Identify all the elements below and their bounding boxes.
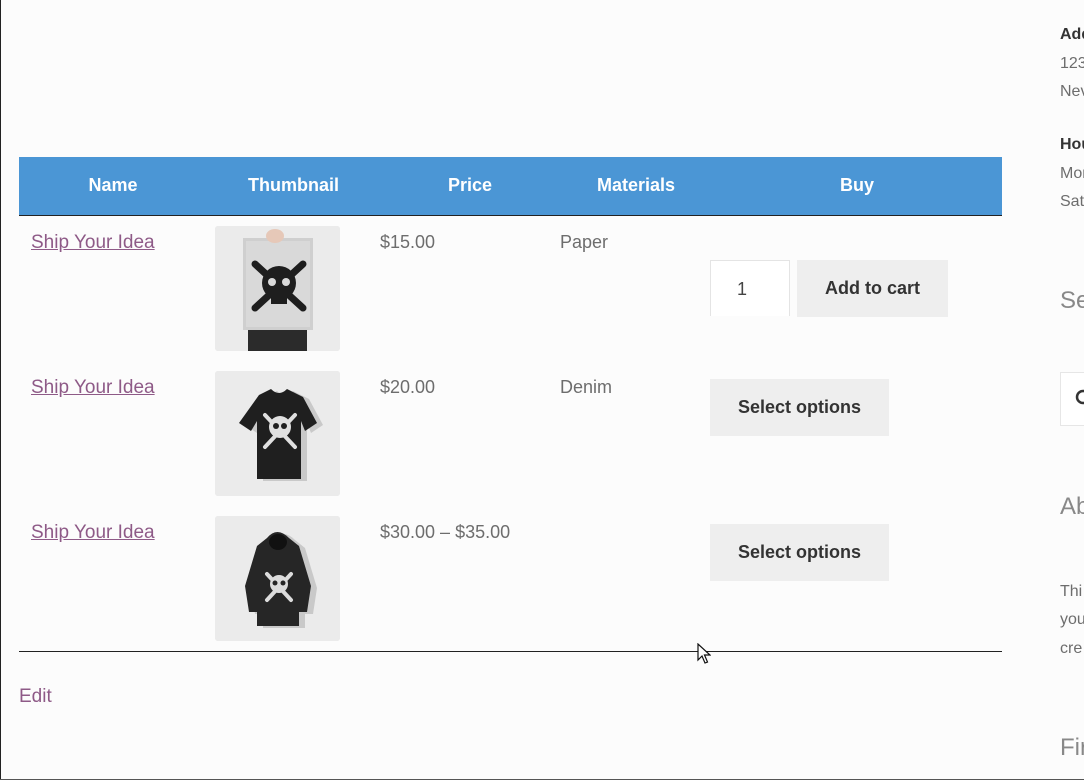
hours-heading: Hou [1060, 136, 1084, 153]
column-header-thumbnail: Thumbnail [207, 157, 380, 216]
product-name-link[interactable]: Ship Your Idea [31, 377, 155, 399]
hoodie-icon[interactable] [215, 515, 340, 641]
hours-line: Mor [1060, 165, 1084, 182]
edit-link[interactable]: Edit [19, 686, 52, 708]
column-header-price: Price [380, 157, 560, 216]
product-price: $30.00 – $35.00 [380, 521, 511, 542]
product-name-link[interactable]: Ship Your Idea [31, 232, 155, 254]
table-row: Ship Your Idea $15.00 Paper 1 Add to car… [19, 215, 1002, 361]
search-widget-heading: Se [1060, 287, 1084, 314]
about-widget-heading: Ab [1060, 493, 1084, 520]
table-row: Ship Your Idea $30.00 – $35.00 Select op… [19, 505, 1002, 652]
product-material: Paper [560, 231, 609, 252]
select-options-button[interactable]: Select options [710, 378, 889, 436]
add-to-cart-button[interactable]: Add to cart [797, 259, 948, 317]
mouse-cursor-icon [697, 643, 711, 664]
address-line: Nev [1060, 83, 1084, 100]
tshirt-icon[interactable] [215, 370, 340, 496]
address-line: 123 [1060, 55, 1084, 72]
column-header-buy: Buy [712, 157, 1002, 216]
address-heading: Add [1060, 26, 1084, 43]
table-header-row: Name Thumbnail Price Materials Buy [19, 157, 1002, 216]
product-price: $20.00 [380, 376, 436, 397]
about-text-line: cre [1060, 640, 1083, 657]
window-border-left [0, 0, 1, 780]
poster-icon[interactable] [215, 225, 340, 351]
product-material: Denim [560, 376, 613, 397]
find-widget-heading: Fir [1060, 734, 1084, 761]
table-row: Ship Your Idea $20.00 Denim Select optio… [19, 361, 1002, 506]
about-text-line: you [1060, 611, 1084, 628]
sidebar: Add 123 Nev Hou Mor Sat Se Ab Thi you cr… [1060, 0, 1084, 780]
product-table: Name Thumbnail Price Materials Buy Ship … [19, 157, 1002, 652]
product-price: $15.00 [380, 231, 436, 252]
hours-line: Sat [1060, 193, 1084, 210]
product-name-link[interactable]: Ship Your Idea [31, 522, 155, 544]
search-input[interactable] [1060, 372, 1084, 426]
quantity-input[interactable]: 1 [710, 259, 790, 316]
select-options-button[interactable]: Select options [710, 523, 889, 581]
column-header-materials: Materials [560, 157, 712, 216]
column-header-name: Name [19, 157, 207, 216]
about-text-line: Thi [1060, 583, 1083, 600]
